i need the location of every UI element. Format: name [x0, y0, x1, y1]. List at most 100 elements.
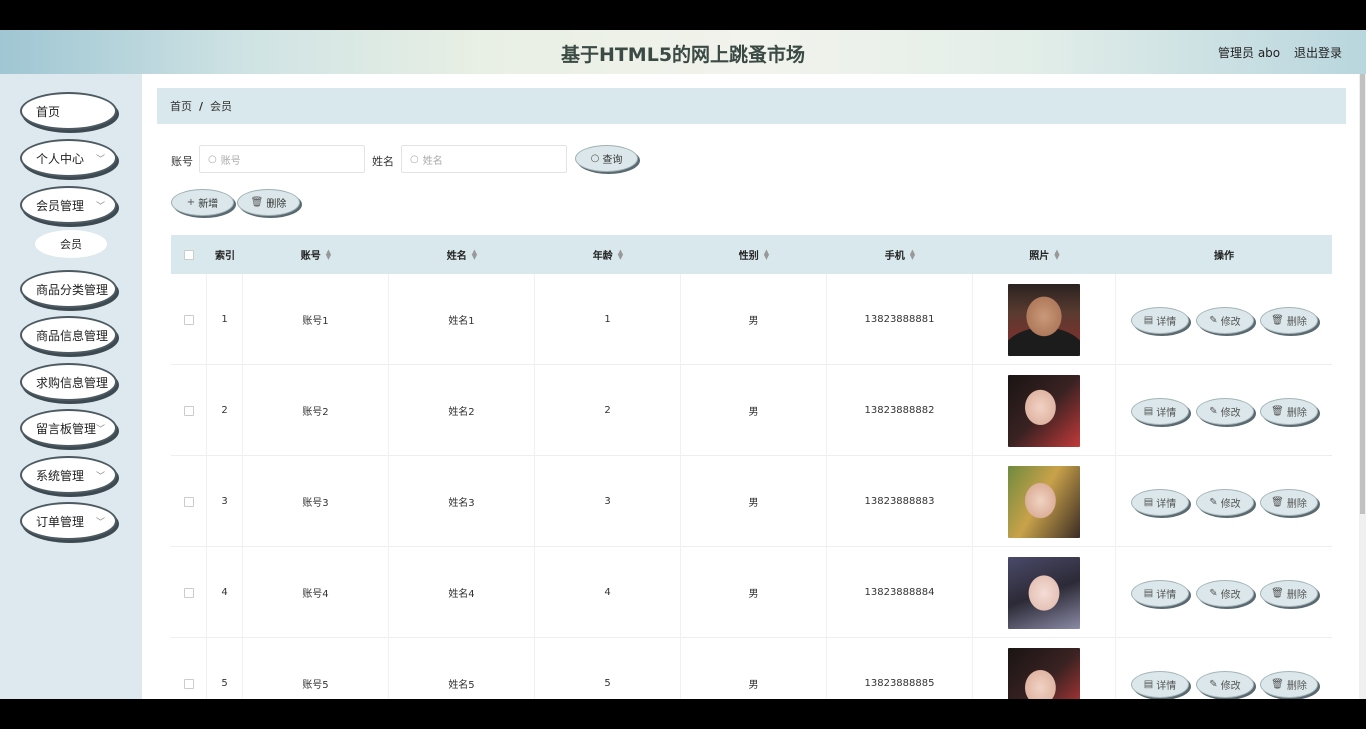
row-checkbox[interactable] [183, 405, 194, 416]
edit-button[interactable]: ✎ 修改 [1196, 671, 1254, 698]
breadcrumb-home[interactable]: 首页 [170, 98, 192, 114]
sidebar-item-label: 留言板管理 [36, 421, 97, 436]
add-label: 新增 [198, 199, 219, 210]
cell-gender: 男 [681, 456, 827, 547]
row-delete-button[interactable]: 🗑 删除 [1260, 398, 1318, 425]
row-select-cell [171, 365, 207, 456]
cell-phone: 13823888882 [827, 365, 973, 456]
edit-label: 修改 [1220, 317, 1241, 328]
col-photo[interactable]: 照片 ▲ ▼ [973, 235, 1116, 274]
sidebar-item-label: 个人中心 [36, 151, 85, 166]
site-title: 基于HTML5的网上跳蚤市场 [560, 44, 806, 66]
detail-button[interactable]: ▤ 详情 [1131, 398, 1189, 425]
cell-account: 账号4 [243, 547, 389, 638]
col-phone[interactable]: 手机 ▲ ▼ [827, 235, 973, 274]
cell-age: 2 [535, 365, 681, 456]
row-select-cell [171, 274, 207, 365]
logout-link[interactable]: 退出登录 [1294, 44, 1342, 61]
detail-button[interactable]: ▤ 详情 [1131, 580, 1189, 607]
select-all-cell [171, 235, 207, 274]
sidebar-item-order-management[interactable]: 订单管理 ﹀ [20, 502, 117, 540]
col-age[interactable]: 年龄 ▲ ▼ [535, 235, 681, 274]
cell-age: 5 [535, 638, 681, 699]
sidebar-item-personal-center[interactable]: 个人中心 ﹀ [20, 139, 117, 177]
select-all-checkbox[interactable] [184, 249, 194, 260]
pencil-icon: ✎ [1209, 679, 1218, 690]
row-delete-button[interactable]: 🗑 删除 [1260, 580, 1318, 607]
cell-actions: ▤ 详情 ✎ 修改 🗑 删除 [1116, 274, 1332, 365]
name-label: 姓名 [372, 155, 394, 168]
batch-delete-button[interactable]: 🗑 删除 [237, 189, 300, 216]
sidebar-item-system-management[interactable]: 系统管理 ﹀ [20, 456, 117, 494]
avatar-photo[interactable] [1008, 556, 1080, 629]
sidebar-item-home[interactable]: 首页 [20, 92, 117, 130]
pencil-icon: ✎ [1209, 588, 1218, 599]
sort-icon[interactable]: ▲ ▼ [910, 248, 915, 260]
avatar-photo[interactable] [1008, 465, 1080, 538]
cell-actions: ▤ 详情 ✎ 修改 🗑 删除 [1116, 456, 1332, 547]
pencil-icon: ✎ [1209, 315, 1218, 326]
avatar-photo[interactable] [1008, 374, 1080, 447]
cell-photo [973, 365, 1116, 456]
col-gender-label: 性别 [738, 251, 759, 262]
col-name-label: 姓名 [446, 251, 467, 262]
row-delete-button[interactable]: 🗑 删除 [1260, 671, 1318, 698]
cell-gender: 男 [681, 274, 827, 365]
scrollbar-thumb[interactable] [1360, 74, 1365, 514]
row-delete-button[interactable]: 🗑 删除 [1260, 489, 1318, 516]
chevron-down-icon: ﹀ [95, 425, 105, 435]
cell-gender: 男 [681, 547, 827, 638]
edit-button[interactable]: ✎ 修改 [1196, 489, 1254, 516]
sort-icon[interactable]: ▲ ▼ [618, 248, 623, 260]
document-icon: ▤ [1143, 497, 1154, 508]
col-account[interactable]: 账号 ▲ ▼ [243, 235, 389, 274]
row-delete-button[interactable]: 🗑 删除 [1260, 307, 1318, 334]
main-content: 首页 / 会员 账号 ○ 账号 姓名 ○ 姓名 ○ 查询 + 新增 🗑 删除 索引 账号 ▲… [142, 74, 1366, 699]
sort-icon[interactable]: ▲ ▼ [1054, 248, 1059, 260]
cell-photo [973, 638, 1116, 699]
name-search-input[interactable]: ○ 姓名 [401, 145, 567, 173]
sidebar-item-goods-management[interactable]: 商品信息管理 [20, 316, 117, 354]
detail-button[interactable]: ▤ 详情 [1131, 671, 1189, 698]
sort-icon[interactable]: ▲ ▼ [326, 248, 331, 260]
sidebar-item-wanted-management[interactable]: 求购信息管理 [20, 363, 117, 401]
sort-icon[interactable]: ▲ ▼ [764, 248, 769, 260]
query-button[interactable]: ○ 查询 [575, 145, 638, 172]
row-checkbox[interactable] [183, 314, 194, 325]
sidebar-item-message-board[interactable]: 留言板管理 ﹀ [20, 409, 117, 447]
sidebar-item-label: 商品分类管理 [36, 282, 109, 297]
edit-button[interactable]: ✎ 修改 [1196, 307, 1254, 334]
vertical-scrollbar[interactable] [1359, 74, 1366, 699]
edit-button[interactable]: ✎ 修改 [1196, 580, 1254, 607]
cell-age: 4 [535, 547, 681, 638]
account-search-input[interactable]: ○ 账号 [199, 145, 365, 173]
chevron-down-icon: ﹀ [95, 518, 105, 528]
avatar-photo[interactable] [1008, 647, 1080, 699]
cell-age: 3 [535, 456, 681, 547]
add-button[interactable]: + 新增 [171, 189, 234, 216]
avatar-photo[interactable] [1008, 283, 1080, 356]
edit-button[interactable]: ✎ 修改 [1196, 398, 1254, 425]
trash-icon: 🗑 [1271, 497, 1284, 508]
detail-label: 详情 [1156, 317, 1177, 328]
cell-phone: 13823888881 [827, 274, 973, 365]
sidebar-subitem-member[interactable]: 会员 [35, 230, 107, 258]
sidebar-item-category-management[interactable]: 商品分类管理 [20, 270, 117, 308]
search-icon: ○ [208, 153, 217, 165]
detail-button[interactable]: ▤ 详情 [1131, 489, 1189, 516]
sidebar-item-member-management[interactable]: 会员管理 ﹀ [20, 186, 117, 224]
cell-phone: 13823888885 [827, 638, 973, 699]
delete-label: 删除 [1286, 590, 1307, 601]
query-label: 查询 [602, 155, 623, 166]
cell-phone: 13823888883 [827, 456, 973, 547]
row-checkbox[interactable] [183, 587, 194, 598]
row-checkbox[interactable] [183, 678, 194, 689]
cell-photo [973, 456, 1116, 547]
cell-account: 账号2 [243, 365, 389, 456]
col-name[interactable]: 姓名 ▲ ▼ [389, 235, 535, 274]
sort-icon[interactable]: ▲ ▼ [472, 248, 477, 260]
row-checkbox[interactable] [183, 496, 194, 507]
sidebar-item-label: 求购信息管理 [36, 375, 109, 390]
detail-button[interactable]: ▤ 详情 [1131, 307, 1189, 334]
col-gender[interactable]: 性别 ▲ ▼ [681, 235, 827, 274]
